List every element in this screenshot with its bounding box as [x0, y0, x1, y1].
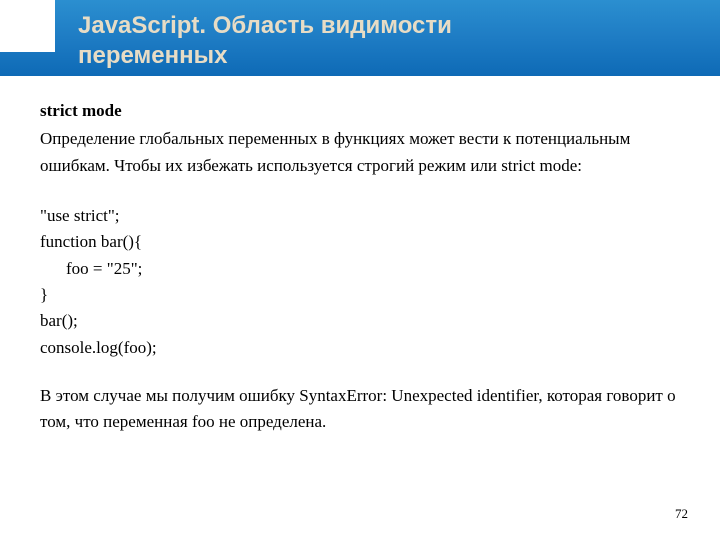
code-line-4: } — [40, 282, 680, 308]
slide-title: JavaScript. Область видимости переменных — [0, 5, 452, 71]
title-line-2: переменных — [78, 42, 227, 69]
spacer — [40, 181, 680, 203]
code-line-6: console.log(foo); — [40, 335, 680, 361]
slide-content: strict mode Определение глобальных перем… — [0, 76, 720, 436]
page-number: 72 — [675, 506, 688, 522]
header-corner-block — [0, 0, 55, 52]
code-line-5: bar(); — [40, 308, 680, 334]
title-line-1: JavaScript. Область видимости — [78, 12, 452, 39]
code-line-3: foo = "25"; — [40, 256, 680, 282]
intro-paragraph: Определение глобальных переменных в функ… — [40, 126, 680, 179]
spacer — [40, 361, 680, 383]
code-line-2: function bar(){ — [40, 229, 680, 255]
section-subtitle: strict mode — [40, 98, 680, 124]
outro-paragraph: В этом случае мы получим ошибку SyntaxEr… — [40, 383, 680, 436]
code-line-1: "use strict"; — [40, 203, 680, 229]
slide-header: JavaScript. Область видимости переменных — [0, 0, 720, 76]
